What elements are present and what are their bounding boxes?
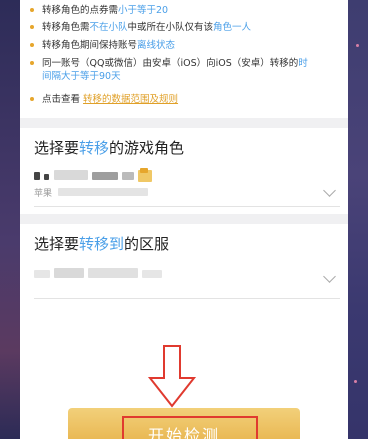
rules-list: 转移角色的点券需小于等于20 转移角色需不在小队中或所在小队仅有该角色一人 转移… [20, 0, 348, 118]
chevron-down-icon [323, 184, 336, 197]
bullet-icon [30, 96, 34, 101]
rule-item: 转移角色期间保持账号离线状态 [30, 39, 175, 52]
blurred-role-name [34, 172, 40, 180]
rule-item: 转移角色的点券需小于等于20 [30, 4, 168, 17]
platform-label: 苹果 [34, 189, 53, 199]
bullet-icon [30, 42, 34, 47]
background-sparkle [356, 44, 359, 47]
blurred-role-name [44, 174, 49, 180]
background-left-edge [0, 0, 20, 439]
blurred-role-info [58, 188, 148, 196]
server-select[interactable] [34, 258, 340, 299]
annotation-highlight-box [122, 416, 258, 439]
rule-item-continued: 间隔大于等于90天 [42, 71, 121, 82]
section-divider [20, 214, 348, 224]
bullet-icon [30, 24, 34, 29]
blurred-server-name [54, 268, 84, 278]
annotation-arrow-icon [147, 345, 197, 408]
blurred-server-name [34, 270, 50, 278]
blurred-server-name [142, 270, 162, 278]
rule-item-link: 点击查看 转移的数据范围及规则 [30, 93, 178, 106]
role-badge [140, 168, 148, 173]
rule-item: 转移角色需不在小队中或所在小队仅有该角色一人 [30, 21, 251, 34]
data-range-rules-link[interactable]: 转移的数据范围及规则 [83, 94, 178, 105]
background-sparkle [354, 380, 357, 383]
blurred-server-name [88, 268, 138, 278]
bullet-icon [30, 60, 34, 65]
bullet-icon [30, 7, 34, 12]
rule-item: 同一账号（QQ或微信）由安卓（iOS）向iOS（安卓）转移的时 [30, 57, 308, 70]
blurred-role-name [92, 172, 118, 180]
background-right-edge [348, 0, 368, 439]
section-divider [20, 118, 348, 128]
blurred-role-name [54, 170, 88, 180]
role-section-title: 选择要转移的游戏角色 [34, 139, 185, 157]
chevron-down-icon [323, 270, 336, 283]
server-section-title: 选择要转移到的区服 [34, 235, 170, 253]
role-select[interactable]: 苹果 [34, 166, 340, 207]
blurred-role-name [122, 172, 134, 180]
